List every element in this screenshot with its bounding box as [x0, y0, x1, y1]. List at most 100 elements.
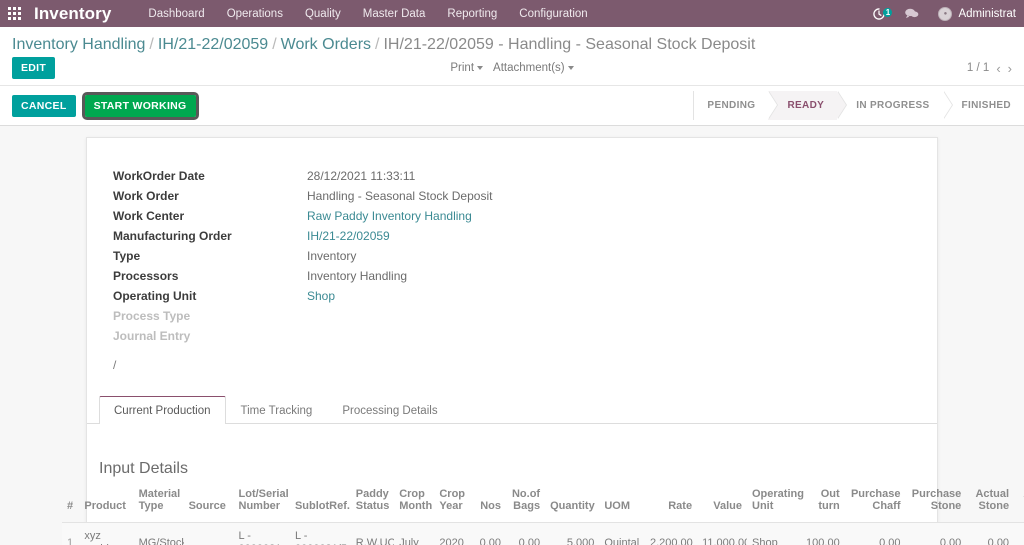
trailing-slash-text: /: [113, 358, 117, 372]
cell-no-of-bags[interactable]: 0.00: [506, 522, 546, 545]
cell-nos[interactable]: 0.00: [471, 522, 506, 545]
table-header-row: # Product Material Type Source Lot/Serial Nu…: [62, 484, 1024, 523]
field-row-process-type: Process Type: [111, 306, 492, 326]
menu-item-reporting[interactable]: Reporting: [436, 2, 508, 26]
column-header-sublotref[interactable]: SublotRef.: [289, 484, 351, 523]
input-details-thead: # Product Material Type Source Lot/Serial Nu…: [62, 484, 1024, 523]
tab-processing-details[interactable]: Processing Details: [327, 396, 452, 424]
cell-purchase-stone[interactable]: 0.00: [905, 522, 967, 545]
cell-out-turn[interactable]: 100.00: [796, 522, 845, 545]
tab-current-production[interactable]: Current Production: [99, 396, 226, 424]
clock-activity-icon[interactable]: 1: [863, 7, 895, 21]
breadcrumb-item-order-ref[interactable]: IH/21-22/02059: [158, 36, 268, 53]
column-header-uom[interactable]: UOM: [599, 484, 645, 523]
column-header-operating-unit[interactable]: Operating Unit: [747, 484, 804, 523]
status-stage-in-progress[interactable]: IN PROGRESS: [837, 91, 953, 120]
cell-quantity[interactable]: 5.000: [545, 522, 600, 545]
form-sheet: WorkOrder Date 28/12/2021 11:33:11 Work …: [62, 137, 1024, 545]
start-working-button[interactable]: START WORKING: [81, 91, 199, 120]
breadcrumb-item-work-orders[interactable]: Work Orders: [281, 36, 371, 53]
breadcrumb-separator: /: [375, 36, 380, 53]
column-header-nos[interactable]: Nos: [471, 484, 506, 523]
menu-item-quality[interactable]: Quality: [294, 2, 352, 26]
cell-lot-serial-number[interactable]: L - 0000031: [233, 522, 290, 545]
column-header-lot-serial-number[interactable]: Lot/Serial Number: [233, 484, 290, 523]
column-header-[interactable]: #: [62, 484, 80, 523]
column-header-value[interactable]: Value: [697, 484, 747, 523]
column-header-source[interactable]: Source: [183, 484, 234, 523]
column-header-crop-year[interactable]: Crop Year: [434, 484, 472, 523]
status-stage-ready[interactable]: READY: [768, 91, 848, 120]
cell-value[interactable]: 11,000.00: [697, 522, 747, 545]
field-label-manufacturing-order: Manufacturing Order: [113, 229, 232, 243]
attachments-dropdown[interactable]: Attachment(s): [493, 62, 574, 74]
tab-time-tracking[interactable]: Time Tracking: [226, 396, 328, 424]
field-value-process-type[interactable]: [307, 306, 492, 326]
edit-button[interactable]: EDIT: [12, 57, 56, 79]
field-label-process-type: Process Type: [113, 309, 191, 323]
column-header-material-type[interactable]: Material Type: [133, 484, 184, 523]
pager-previous-icon[interactable]: ‹: [996, 61, 1000, 76]
cell-source[interactable]: [183, 522, 234, 545]
field-row-manufacturing-order: Manufacturing Order IH/21-22/02059: [111, 226, 492, 246]
chat-bubble-icon[interactable]: [895, 7, 928, 20]
field-value-processors[interactable]: Inventory Handling: [307, 266, 492, 286]
pager-count: 1 / 1: [966, 62, 990, 74]
field-value-operating-unit[interactable]: Shop: [307, 286, 492, 306]
menu-item-configuration[interactable]: Configuration: [508, 2, 598, 26]
input-details-scroll[interactable]: # Product Material Type Source Lot/Serial Nu…: [62, 484, 1024, 545]
cell-uom[interactable]: Quintal: [599, 522, 645, 545]
field-label-work-order: Work Order: [113, 189, 179, 203]
cell-purchase-chaff[interactable]: 0.00: [844, 522, 906, 545]
cell-sublotref[interactable]: L - 0000031/5: [289, 522, 351, 545]
field-value-type[interactable]: Inventory: [307, 246, 492, 266]
cell-actual-chaff[interactable]: 0.00: [1014, 522, 1024, 545]
menu-item-dashboard[interactable]: Dashboard: [137, 2, 215, 26]
menu-item-operations[interactable]: Operations: [216, 2, 294, 26]
cancel-button[interactable]: CANCEL: [12, 94, 76, 117]
column-header-purchase-stone[interactable]: Purchase Stone: [905, 484, 967, 523]
column-header-rate[interactable]: Rate: [644, 484, 698, 523]
field-value-work-center[interactable]: Raw Paddy Inventory Handling: [307, 206, 492, 226]
notebook-tabs: Current Production Time Tracking Process…: [87, 396, 937, 424]
action-status-bar: CANCEL START WORKING PENDING READY IN PR…: [0, 86, 1024, 126]
apps-grid-icon[interactable]: [8, 7, 24, 20]
print-dropdown[interactable]: Print: [450, 62, 484, 74]
cell-actual-stone[interactable]: 0.00: [966, 522, 1015, 545]
column-header-out-turn[interactable]: Out turn: [796, 484, 845, 523]
status-stage-pending[interactable]: PENDING: [694, 91, 779, 120]
cell-crop-month[interactable]: July: [394, 522, 435, 545]
stage-label: READY: [787, 100, 825, 111]
cell-product[interactable]: xyz paddy: [79, 522, 134, 545]
column-header-paddy-status[interactable]: Paddy Status: [350, 484, 395, 523]
cell-crop-year[interactable]: 2020: [434, 522, 472, 545]
field-value-workorder-date[interactable]: 28/12/2021 11:33:11: [307, 166, 492, 186]
pager-next-icon[interactable]: ›: [1008, 61, 1012, 76]
app-brand-title[interactable]: Inventory: [34, 4, 111, 24]
column-header-crop-month[interactable]: Crop Month: [394, 484, 435, 523]
main-menu: Dashboard Operations Quality Master Data…: [137, 2, 598, 26]
breadcrumb-item-current: IH/21-22/02059 - Handling - Seasonal Sto…: [383, 36, 756, 53]
user-menu[interactable]: ● Administrat: [928, 6, 1022, 21]
input-details-tbody: 1xyz paddyMG/Stock L - 0000031L - 0000031…: [62, 522, 1024, 545]
cell-paddy-status[interactable]: R.W.UC: [350, 522, 395, 545]
column-header-quantity[interactable]: Quantity: [545, 484, 600, 523]
cell-[interactable]: 1: [62, 522, 80, 545]
cell-rate[interactable]: 2,200.00: [644, 522, 698, 545]
cell-operating-unit[interactable]: Shop: [747, 522, 797, 545]
column-header-no-of-bags[interactable]: No.of Bags: [506, 484, 546, 523]
column-header-actual-stone[interactable]: Actual Stone: [966, 484, 1015, 523]
column-header-purchase-chaff[interactable]: Purchase Chaff: [844, 484, 906, 523]
field-value-journal-entry[interactable]: [307, 326, 492, 346]
cell-material-type[interactable]: MG/Stock: [133, 522, 184, 545]
table-row[interactable]: 1xyz paddyMG/Stock L - 0000031L - 0000031…: [62, 522, 1024, 545]
breadcrumb-separator: /: [272, 36, 277, 53]
breadcrumb-item-inventory-handling[interactable]: Inventory Handling: [12, 36, 145, 53]
status-stage-finished[interactable]: FINISHED: [942, 91, 1024, 120]
field-row-journal-entry: Journal Entry: [111, 326, 492, 346]
field-value-manufacturing-order[interactable]: IH/21-22/02059: [307, 226, 492, 246]
column-header-product[interactable]: Product: [79, 484, 134, 523]
column-header-actual-chaff[interactable]: Actual Chaff: [1014, 484, 1024, 523]
menu-item-master-data[interactable]: Master Data: [352, 2, 437, 26]
field-value-work-order[interactable]: Handling - Seasonal Stock Deposit: [307, 186, 492, 206]
